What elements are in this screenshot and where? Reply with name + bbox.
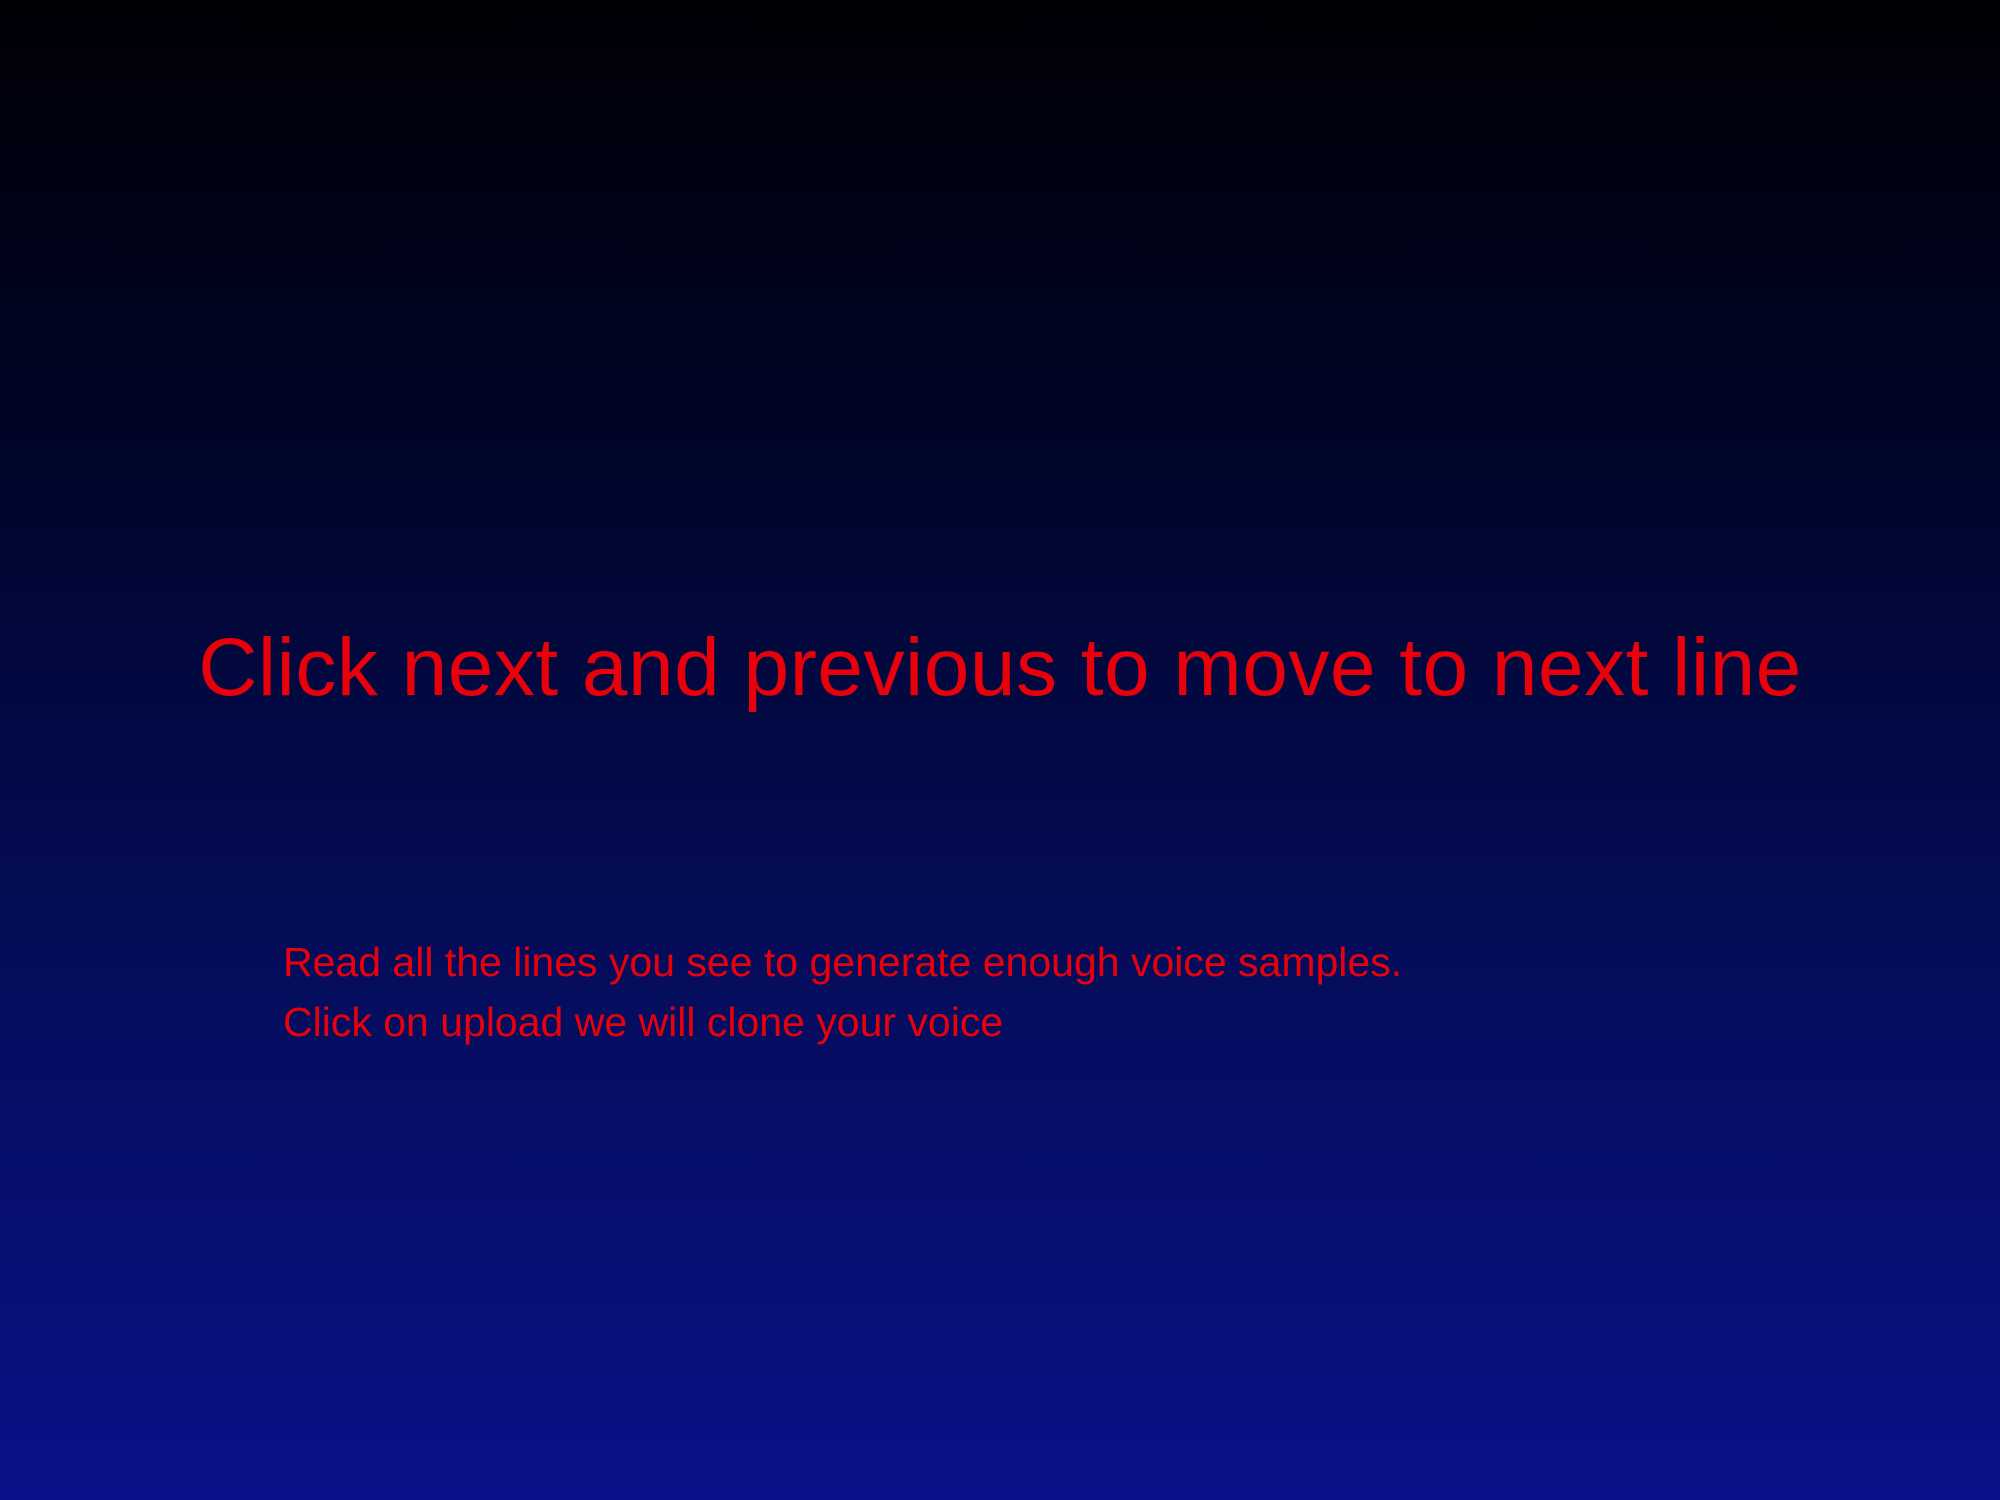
- body-line-1: Read all the lines you see to generate e…: [283, 939, 1403, 985]
- presentation-slide: Click next and previous to move to next …: [0, 0, 2000, 1500]
- slide-body: Read all the lines you see to generate e…: [283, 932, 1883, 1052]
- slide-title: Click next and previous to move to next …: [198, 622, 1802, 713]
- body-line-2: Click on upload we will clone your voice: [283, 999, 1004, 1045]
